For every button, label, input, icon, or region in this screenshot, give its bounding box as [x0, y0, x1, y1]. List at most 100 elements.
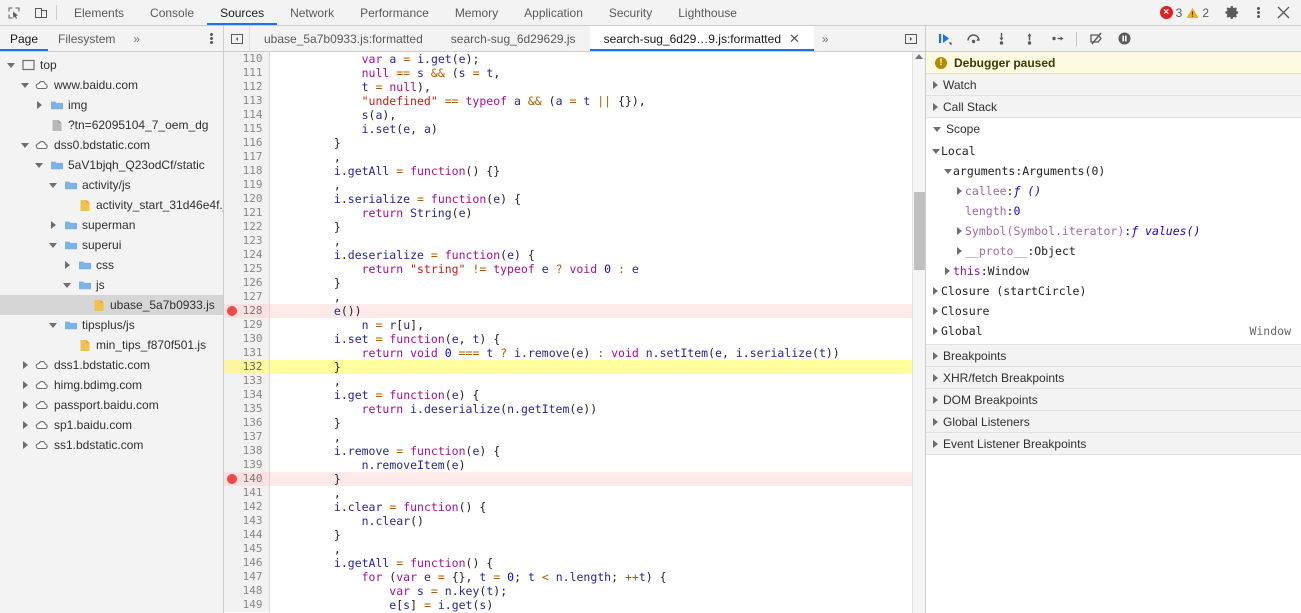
chevron-right-icon[interactable] — [33, 101, 45, 109]
code-line[interactable]: 142 i.clear = function() { — [224, 500, 912, 514]
code-line[interactable]: 130 i.set = function(e, t) { — [224, 332, 912, 346]
tree-item-himg-bdimg-com[interactable]: himg.bdimg.com — [0, 375, 223, 395]
code-text[interactable]: return String(e) — [269, 206, 912, 220]
line-number-gutter[interactable]: 143 — [224, 514, 270, 528]
code-text[interactable]: return void 0 === t ? i.remove(e) : void… — [269, 346, 912, 360]
section-breakpoints[interactable]: Breakpoints — [926, 345, 1301, 367]
code-text[interactable]: i.deserialize = function(e) { — [269, 248, 912, 262]
line-number-gutter[interactable]: 138 — [224, 444, 270, 458]
scope-tree[interactable]: Local arguments: Arguments(0) callee: ƒ ()… — [926, 140, 1301, 345]
file-tab-ubase[interactable]: ubase_5a7b0933.js:formatted — [250, 26, 437, 51]
line-number-gutter[interactable]: 127 — [224, 290, 270, 304]
code-text[interactable]: , — [269, 290, 912, 304]
code-text[interactable]: , — [269, 430, 912, 444]
tree-item-activity-start-31d46e4f-js[interactable]: activity_start_31d46e4f.js — [0, 195, 223, 215]
line-number-gutter[interactable]: 125 — [224, 262, 270, 276]
code-text[interactable]: } — [269, 472, 912, 486]
section-watch[interactable]: Watch — [926, 74, 1301, 96]
chevron-down-icon[interactable] — [5, 62, 17, 68]
file-tabs-more-icon[interactable]: » — [814, 26, 837, 51]
code-line[interactable]: 120 i.serialize = function(e) { — [224, 192, 912, 206]
section-scope[interactable]: Scope — [926, 118, 1301, 140]
section-call-stack[interactable]: Call Stack — [926, 96, 1301, 118]
code-line[interactable]: 111 null == s && (s = t, — [224, 66, 912, 80]
chevron-right-icon[interactable] — [19, 381, 31, 389]
code-text[interactable]: , — [269, 486, 912, 500]
line-number-gutter[interactable]: 133 — [224, 374, 270, 388]
code-line[interactable]: 115 i.set(e, a) — [224, 122, 912, 136]
line-number-gutter[interactable]: 117 — [224, 150, 270, 164]
code-line[interactable]: 146 i.getAll = function() { — [224, 556, 912, 570]
tree-item-dss1-bdstatic-com[interactable]: dss1.bdstatic.com — [0, 355, 223, 375]
tab-elements[interactable]: Elements — [61, 0, 137, 25]
code-text[interactable]: var s = n.key(t); — [269, 584, 912, 598]
code-line[interactable]: 147 for (var e = {}, t = 0; t < n.length… — [224, 570, 912, 584]
code-line[interactable]: 141 , — [224, 486, 912, 500]
line-number-gutter[interactable]: 119 — [224, 178, 270, 192]
code-text[interactable]: } — [269, 360, 912, 374]
line-number-gutter[interactable]: 126 — [224, 276, 270, 290]
tree-item-ubase-5a7b0933-js[interactable]: ubase_5a7b0933.js — [0, 295, 223, 315]
deactivate-breakpoints-button[interactable] — [1083, 27, 1109, 51]
code-text[interactable]: s(a), — [269, 108, 912, 122]
nav-tab-page[interactable]: Page — [0, 26, 49, 51]
step-out-button[interactable] — [1016, 27, 1042, 51]
tab-console[interactable]: Console — [137, 0, 207, 25]
code-text[interactable]: , — [269, 542, 912, 556]
code-line[interactable]: 113 "undefined" == typeof a && (a = t ||… — [224, 94, 912, 108]
nav-tab-filesystem[interactable]: Filesystem — [48, 26, 125, 51]
tab-sources[interactable]: Sources — [207, 0, 278, 25]
gear-icon[interactable] — [1219, 5, 1246, 20]
line-number-gutter[interactable]: 116 — [224, 136, 270, 150]
tree-item-superui[interactable]: superui — [0, 235, 223, 255]
code-text[interactable]: for (var e = {}, t = 0; t < n.length; ++… — [269, 570, 912, 584]
code-line[interactable]: 136 } — [224, 416, 912, 430]
chevron-down-icon[interactable] — [47, 322, 59, 328]
chevron-right-icon[interactable] — [954, 187, 965, 195]
scope-item-closure-startcircle-[interactable]: Closure (startCircle) — [926, 281, 1301, 301]
scope-item-local[interactable]: Local — [926, 141, 1301, 161]
code-line[interactable]: 143 n.clear() — [224, 514, 912, 528]
code-line[interactable]: 149 e[s] = i.get(s) — [224, 598, 912, 612]
code-text[interactable]: , — [269, 374, 912, 388]
tree-item-dss0-bdstatic-com[interactable]: dss0.bdstatic.com — [0, 135, 223, 155]
code-text[interactable]: } — [269, 136, 912, 150]
code-text[interactable]: var a = i.get(e); — [269, 52, 912, 66]
file-tab-search-sug[interactable]: search-sug_6d29629.js — [437, 26, 590, 51]
code-line[interactable]: 110 var a = i.get(e); — [224, 52, 912, 66]
line-number-gutter[interactable]: 124 — [224, 248, 270, 262]
code-line[interactable]: 119 , — [224, 178, 912, 192]
editor-scrollbar[interactable] — [912, 52, 925, 613]
code-line[interactable]: 114 s(a), — [224, 108, 912, 122]
breakpoint-icon[interactable] — [227, 306, 237, 316]
section-event-listener-breakpoints[interactable]: Event Listener Breakpoints — [926, 433, 1301, 455]
tree-item-passport-baidu-com[interactable]: passport.baidu.com — [0, 395, 223, 415]
chevron-right-icon[interactable] — [19, 441, 31, 449]
line-number-gutter[interactable]: 111 — [224, 66, 270, 80]
chevron-right-icon[interactable] — [930, 287, 941, 295]
code-line[interactable]: 138 i.remove = function(e) { — [224, 444, 912, 458]
tree-item-ss1-bdstatic-com[interactable]: ss1.bdstatic.com — [0, 435, 223, 455]
code-line[interactable]: 148 var s = n.key(t); — [224, 584, 912, 598]
line-number-gutter[interactable]: 121 — [224, 206, 270, 220]
tree-item-img[interactable]: img — [0, 95, 223, 115]
scope-item-global[interactable]: Global Window — [926, 321, 1301, 341]
code-text[interactable]: i.set(e, a) — [269, 122, 912, 136]
code-line[interactable]: 126 } — [224, 276, 912, 290]
nav-more-tabs-icon[interactable]: » — [125, 26, 148, 51]
code-text[interactable]: "undefined" == typeof a && (a = t || {})… — [269, 94, 912, 108]
error-counter[interactable]: × 3 — [1159, 6, 1182, 20]
chevron-down-icon[interactable] — [19, 82, 31, 88]
code-text[interactable]: e()) — [269, 304, 912, 318]
chevron-down-icon[interactable] — [47, 242, 59, 248]
code-text[interactable]: } — [269, 528, 912, 542]
tree-item-activity-js[interactable]: activity/js — [0, 175, 223, 195]
line-number-gutter[interactable]: 135 — [224, 402, 270, 416]
line-number-gutter[interactable]: 122 — [224, 220, 270, 234]
code-text[interactable]: return "string" != typeof e ? void 0 : e — [269, 262, 912, 276]
line-number-gutter[interactable]: 114 — [224, 108, 270, 122]
line-number-gutter[interactable]: 120 — [224, 192, 270, 206]
code-text[interactable]: t = null), — [269, 80, 912, 94]
line-number-gutter[interactable]: 123 — [224, 234, 270, 248]
source-code-editor[interactable]: 110 var a = i.get(e); 111 null == s && (s… — [224, 52, 925, 613]
